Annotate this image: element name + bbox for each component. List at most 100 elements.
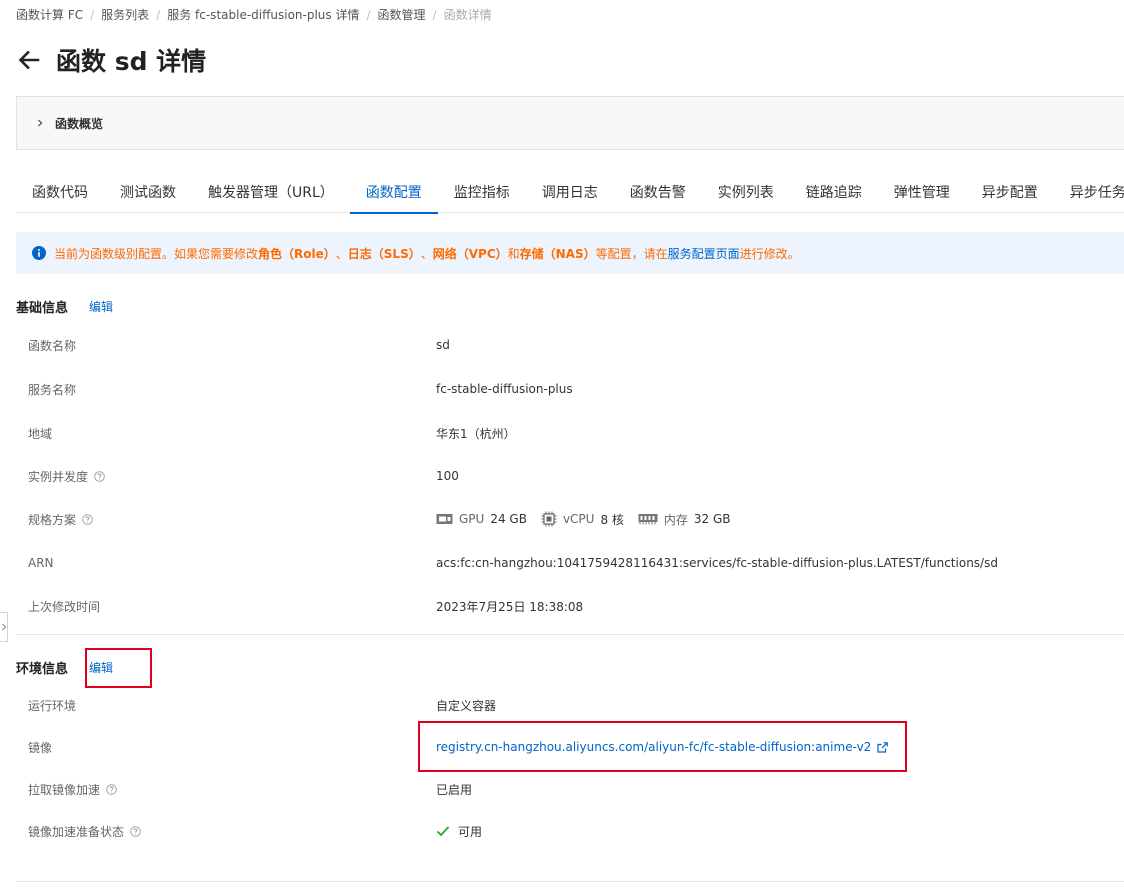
env-info-title: 环境信息 [16, 662, 69, 677]
info-icon [32, 246, 46, 260]
service-name-value: fc-stable-diffusion-plus [436, 382, 573, 396]
breadcrumb: 函数计算 FC / 服务列表 / 服务 fc-stable-diffusion-plus… [16, 6, 492, 23]
section-divider [16, 634, 1124, 635]
function-overview-label: 函数概览 [55, 116, 104, 131]
concurrency-label-wrap: 实例并发度 [28, 468, 436, 485]
breadcrumb-fc[interactable]: 函数计算 FC [16, 8, 83, 22]
tab-trigger-management[interactable]: 触发器管理（URL） [192, 172, 350, 213]
pull-accel-label: 拉取镜像加速 [28, 782, 101, 797]
notice-storage: 存储（NAS） [519, 246, 596, 261]
arn-label: ARN [28, 556, 54, 570]
spec-value: GPU 24 GB vCPU 8 核 内存 32 GB [436, 511, 745, 528]
tab-function-config[interactable]: 函数配置 [349, 172, 438, 214]
help-icon[interactable] [106, 783, 117, 795]
breadcrumb-separator: / [366, 8, 371, 22]
function-overview-collapse[interactable]: 函数概览 [16, 96, 1124, 150]
back-arrow-icon[interactable] [16, 47, 42, 73]
basic-info-header: 基础信息 编辑 [16, 297, 113, 316]
last-modified-row: 上次修改时间 2023年7月25日 18:38:08 [28, 596, 1118, 616]
vcpu-value: 8 核 [600, 512, 624, 527]
tab-monitoring-metrics[interactable]: 监控指标 [438, 172, 526, 213]
tab-function-alerts[interactable]: 函数告警 [614, 172, 702, 213]
pull-accel-row: 拉取镜像加速 已启用 [28, 779, 1118, 799]
help-icon[interactable] [94, 470, 105, 482]
arn-row: ARN acs:fc:cn-hangzhou:1041759428116431:… [28, 553, 1118, 573]
function-name-row: 函数名称 sd [28, 335, 1118, 355]
sidebar-toggle-handle[interactable] [0, 612, 8, 642]
vcpu-label: vCPU [562, 512, 595, 526]
concurrency-value: 100 [436, 469, 459, 483]
runtime-row: 运行环境 自定义容器 [28, 695, 1118, 715]
breadcrumb-separator: / [156, 8, 161, 22]
notice-text: 进行修改。 [739, 246, 800, 261]
tab-function-code[interactable]: 函数代码 [16, 172, 104, 213]
tab-elastic-management[interactable]: 弹性管理 [878, 172, 966, 213]
arn-value: acs:fc:cn-hangzhou:1041759428116431:serv… [436, 556, 998, 570]
cpu-chip-icon [541, 511, 557, 527]
notice-separator: 、 [335, 246, 348, 261]
notice-text: 和 [507, 246, 520, 261]
basic-info-title: 基础信息 [16, 301, 69, 316]
tab-async-config[interactable]: 异步配置 [966, 172, 1054, 213]
last-modified-value: 2023年7月25日 18:38:08 [436, 599, 584, 614]
check-icon [436, 826, 450, 837]
gpu-label: GPU [459, 512, 485, 526]
help-icon[interactable] [130, 825, 141, 837]
notice-text: 当前为函数级别配置。如果您需要修改 [54, 246, 259, 261]
image-label: 镜像 [28, 740, 53, 755]
runtime-value: 自定义容器 [436, 698, 497, 713]
notice-separator: 、 [420, 246, 433, 261]
tab-tracing[interactable]: 链路追踪 [790, 172, 878, 213]
notice-network: 网络（VPC） [432, 246, 508, 261]
concurrency-row: 实例并发度 100 [28, 466, 1118, 486]
breadcrumb-function-detail: 函数详情 [443, 8, 492, 22]
accel-status-row: 镜像加速准备状态 可用 [28, 821, 1118, 841]
chevron-right-icon [38, 119, 43, 127]
notice-role: 角色（Role） [258, 246, 336, 261]
pull-accel-label-wrap: 拉取镜像加速 [28, 781, 436, 798]
accel-status-label-wrap: 镜像加速准备状态 [28, 823, 436, 840]
chevron-right-icon [1, 623, 6, 631]
breadcrumb-service-detail[interactable]: 服务 fc-stable-diffusion-plus 详情 [167, 8, 359, 22]
service-name-label: 服务名称 [28, 382, 77, 397]
breadcrumb-function-management[interactable]: 函数管理 [378, 8, 426, 22]
edit-highlight-box [85, 648, 152, 688]
gpu-value: 24 GB [490, 512, 527, 526]
basic-info-edit-link[interactable]: 编辑 [89, 298, 113, 315]
function-name-label: 函数名称 [28, 338, 77, 353]
config-notice-banner: 当前为函数级别配置。如果您需要修改 角色（Role）、日志（SLS）、网络（VPC… [16, 232, 1124, 274]
gpu-icon [436, 514, 453, 524]
tab-test-function[interactable]: 测试函数 [104, 172, 192, 213]
page-title: 函数 sd 详情 [56, 47, 207, 76]
memory-icon [638, 514, 658, 525]
notice-text: 等配置，请在 [595, 246, 668, 261]
title-row: 函数 sd 详情 [16, 42, 206, 78]
accel-status-label: 镜像加速准备状态 [28, 824, 125, 839]
tab-instance-list[interactable]: 实例列表 [702, 172, 790, 213]
breadcrumb-service-list[interactable]: 服务列表 [101, 8, 149, 22]
breadcrumb-separator: / [90, 8, 95, 22]
help-icon[interactable] [82, 513, 93, 525]
service-config-page-link[interactable]: 服务配置页面 [668, 245, 740, 262]
spec-label: 规格方案 [28, 512, 77, 527]
memory-value: 32 GB [693, 512, 731, 526]
service-name-row: 服务名称 fc-stable-diffusion-plus [28, 379, 1118, 399]
tab-invocation-logs[interactable]: 调用日志 [526, 172, 614, 213]
runtime-label: 运行环境 [28, 698, 77, 713]
concurrency-label: 实例并发度 [28, 469, 89, 484]
breadcrumb-separator: / [432, 8, 437, 22]
notice-log: 日志（SLS） [347, 246, 421, 261]
region-label: 地域 [28, 426, 53, 441]
spec-row: 规格方案 GPU 24 GB vCPU 8 核 内存 32 GB [28, 509, 1118, 529]
region-value: 华东1（杭州） [436, 426, 516, 441]
spec-label-wrap: 规格方案 [28, 511, 436, 528]
last-modified-label: 上次修改时间 [28, 599, 101, 614]
section-divider [16, 881, 1124, 882]
tab-async-tasks[interactable]: 异步任务 [1054, 172, 1124, 213]
memory-label: 内存 [663, 512, 688, 527]
image-highlight-box [418, 721, 907, 772]
region-row: 地域 华东1（杭州） [28, 423, 1118, 443]
tab-bar: 函数代码 测试函数 触发器管理（URL） 函数配置 监控指标 调用日志 函数告警… [16, 172, 1124, 214]
function-name-value: sd [436, 338, 450, 352]
accel-status-text: 可用 [458, 824, 483, 839]
